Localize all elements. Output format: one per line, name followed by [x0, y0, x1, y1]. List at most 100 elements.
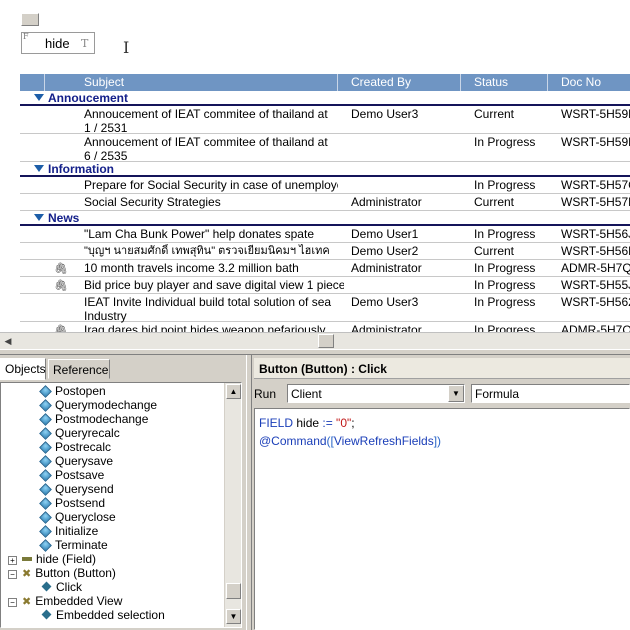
- scrollbar-thumb[interactable]: [318, 334, 334, 348]
- cell-subject: IEAT Invite Individual build total solut…: [84, 295, 332, 323]
- tab-objects[interactable]: Objects: [0, 358, 46, 380]
- table-row[interactable]: 🖇︎ Iraq dares bid point hides weapon nef…: [20, 322, 630, 332]
- tree-item-label: Postsend: [55, 496, 106, 510]
- tree-item-label: Postmodechange: [55, 412, 149, 426]
- cell-status: In Progress: [474, 227, 536, 241]
- language-select[interactable]: Formula: [471, 384, 630, 403]
- embedded-view-icon: ✖: [22, 596, 32, 608]
- form-button[interactable]: [21, 13, 39, 26]
- collapse-minus-icon[interactable]: −: [8, 570, 17, 579]
- expand-triangle-icon[interactable]: [34, 214, 44, 221]
- table-row[interactable]: 🖇︎ 10 month travels income 3.2 million b…: [20, 260, 630, 277]
- objects-tree[interactable]: Postopen Querymodechange Postmodechange …: [0, 382, 242, 628]
- scroll-left-arrow-icon[interactable]: ◀: [2, 335, 14, 347]
- table-row[interactable]: IEAT Invite Individual build total solut…: [20, 294, 630, 323]
- paperclip-icon: 🖇︎: [54, 325, 68, 332]
- table-row[interactable]: 🖇︎ Bid price buy player and save digital…: [20, 277, 630, 294]
- vertical-scrollbar[interactable]: ▲ ▼: [224, 383, 241, 627]
- tree-item-event[interactable]: Querysave: [39, 454, 113, 468]
- run-target-select[interactable]: Client ▼: [287, 384, 465, 403]
- horizontal-scrollbar[interactable]: ◀: [0, 332, 630, 349]
- table-row[interactable]: "บุญฯ นายสมศักดิ์ เทพสุทิน" ตรวจเยี่ยมนิ…: [20, 243, 630, 260]
- event-icon: [39, 497, 52, 510]
- cell-doc-no: WSRT-5H57M: [561, 195, 630, 209]
- run-target-value: Client: [291, 387, 322, 401]
- scrollbar-thumb[interactable]: [226, 583, 241, 599]
- cell-doc-no: ADMR-5H7QT: [561, 261, 630, 275]
- column-subject[interactable]: Subject: [84, 75, 124, 89]
- tree-item-event[interactable]: Querymodechange: [39, 398, 157, 412]
- column-created-by[interactable]: Created By: [351, 75, 411, 89]
- cell-status: Current: [474, 195, 515, 209]
- cell-doc-no: WSRT-5H57C: [561, 178, 630, 192]
- tree-item-label: Postsave: [55, 468, 105, 482]
- button-object-icon: ✖: [22, 568, 32, 580]
- cell-subject: "Lam Cha Bunk Power" help donates spate: [84, 227, 314, 241]
- tree-item-event[interactable]: Queryclose: [39, 510, 116, 524]
- column-status[interactable]: Status: [474, 75, 508, 89]
- table-row[interactable]: "Lam Cha Bunk Power" help donates spate …: [20, 226, 630, 243]
- category-row[interactable]: Information: [20, 162, 630, 177]
- view-column-header: Subject Created By Status Doc No: [20, 74, 630, 91]
- hide-field[interactable]: F hide T: [21, 32, 95, 54]
- tree-item-label: Postopen: [55, 384, 106, 398]
- chevron-down-icon[interactable]: ▼: [448, 385, 464, 402]
- event-icon: [39, 441, 52, 454]
- cell-created-by: Administrator: [351, 323, 422, 332]
- tree-item-button[interactable]: − ✖ Button (Button): [8, 566, 116, 580]
- event-diamond-icon: [41, 609, 52, 620]
- tab-reference[interactable]: Reference: [48, 359, 110, 379]
- tree-item-embedded-view[interactable]: − ✖ Embedded View: [8, 594, 122, 608]
- text-type-icon: T: [81, 37, 89, 50]
- expand-triangle-icon[interactable]: [34, 94, 44, 101]
- category-row[interactable]: Annoucement: [20, 91, 630, 106]
- tree-item-label: Terminate: [55, 538, 108, 552]
- code-keyword: FIELD: [259, 416, 294, 430]
- tree-item-event[interactable]: Queryrecalc: [39, 426, 120, 440]
- cell-created-by: Administrator: [351, 195, 422, 209]
- cell-subject: Annoucement of IEAT commitee of thailand…: [84, 135, 328, 163]
- tree-item-click[interactable]: Click: [41, 580, 82, 594]
- cell-status: In Progress: [474, 261, 536, 275]
- code-bracket: ]): [433, 434, 442, 448]
- tree-item-event[interactable]: Postsave: [39, 468, 105, 482]
- tree-item-event[interactable]: Postopen: [39, 384, 106, 398]
- table-row[interactable]: Social Security Strategies Administrator…: [20, 194, 630, 211]
- expand-plus-icon[interactable]: +: [8, 556, 17, 565]
- tree-item-label: Embedded View: [35, 594, 123, 608]
- tree-item-event[interactable]: Terminate: [39, 538, 108, 552]
- programmer-pane: Button (Button) : Click Run Client ▼ For…: [252, 355, 630, 630]
- cell-status: In Progress: [474, 278, 536, 292]
- event-icon: [39, 427, 52, 440]
- table-row[interactable]: Prepare for Social Security in case of u…: [20, 177, 630, 194]
- scroll-down-arrow-icon[interactable]: ▼: [226, 609, 241, 624]
- event-icon: [39, 525, 52, 538]
- embedded-view[interactable]: Subject Created By Status Doc No Annouce…: [20, 74, 630, 332]
- tree-item-event[interactable]: Postrecalc: [39, 440, 111, 454]
- tree-item-event[interactable]: Initialize: [39, 524, 98, 538]
- field-icon: [22, 557, 32, 561]
- tree-item-event[interactable]: Postmodechange: [39, 412, 149, 426]
- cell-doc-no: WSRT-5H59H: [561, 135, 630, 149]
- tree-item-label: hide (Field): [36, 552, 97, 566]
- cell-status: In Progress: [474, 323, 536, 332]
- category-row[interactable]: News: [20, 211, 630, 226]
- cell-doc-no: WSRT-5H55J: [561, 278, 630, 292]
- code-editor[interactable]: FIELD hide := "0"; @Command([ViewRefresh…: [254, 408, 630, 630]
- code-operator: :=: [322, 416, 333, 430]
- table-row[interactable]: Annoucement of IEAT commitee of thailand…: [20, 106, 630, 135]
- text-cursor-icon: I: [123, 38, 130, 57]
- collapse-minus-icon[interactable]: −: [8, 598, 17, 607]
- cell-subject: 10 month travels income 3.2 million bath: [84, 261, 299, 275]
- code-semicolon: ;: [351, 416, 355, 430]
- scroll-up-arrow-icon[interactable]: ▲: [226, 384, 241, 399]
- tree-item-embedded-selection[interactable]: Embedded selection: [41, 608, 165, 622]
- column-doc-no[interactable]: Doc No: [561, 75, 601, 89]
- expand-triangle-icon[interactable]: [34, 165, 44, 172]
- tree-item-event[interactable]: Postsend: [39, 496, 106, 510]
- tree-item-event[interactable]: Querysend: [39, 482, 114, 496]
- table-row[interactable]: Annoucement of IEAT commitee of thailand…: [20, 134, 630, 163]
- tree-item-label: Click: [56, 580, 82, 594]
- tree-item-label: Queryrecalc: [55, 426, 120, 440]
- tree-item-field[interactable]: + hide (Field): [8, 552, 96, 566]
